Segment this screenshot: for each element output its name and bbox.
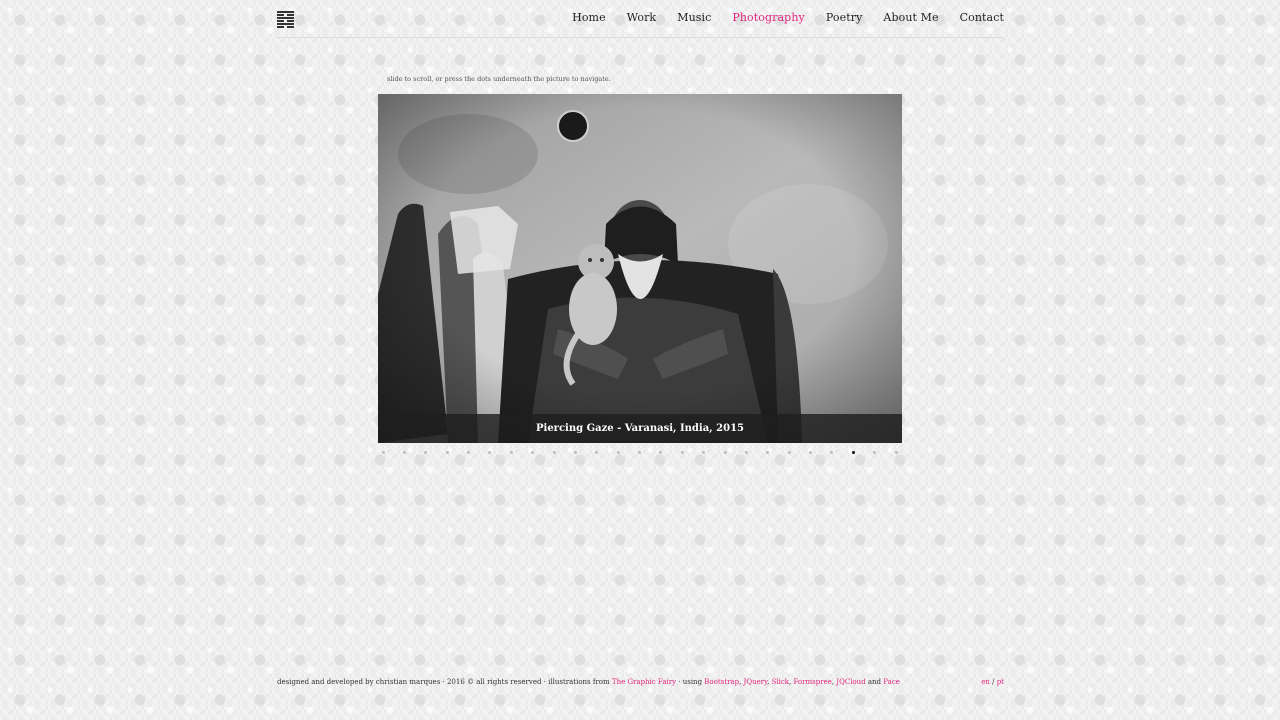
footer-link-jqcloud[interactable]: JQCloud [836,678,865,686]
nav-music[interactable]: Music [677,11,711,24]
nav-about-me[interactable]: About Me [883,11,938,24]
slide-caption: Piercing Gaze - Varanasi, India, 2015 [536,423,744,434]
lang-en-link[interactable]: en [981,678,990,686]
slider-dot[interactable] [873,451,877,454]
footer-and-text: and [867,678,882,686]
slider-dot[interactable] [381,451,385,454]
slider-dot[interactable] [659,451,663,454]
caption-bar: Piercing Gaze - Varanasi, India, 2015 [378,414,902,443]
footer-using-text: · using [678,678,703,686]
footer-credit: designed and developed by christian marq… [277,678,610,686]
nav-photography[interactable]: Photography [732,11,804,24]
slider-dot[interactable] [638,451,641,454]
slider-dot[interactable] [744,451,748,454]
footer-link-slick[interactable]: Slick [772,678,789,686]
slider-dot[interactable] [702,451,706,454]
footer-link-formspree[interactable]: Formspree [793,678,831,686]
language-switcher: en / pt [981,678,1004,686]
main-nav: Home Work Music Photography Poetry About… [551,11,1004,24]
slider-dot[interactable] [445,451,449,454]
slider-dot[interactable] [595,451,599,454]
footer-link-pace[interactable]: Pace [883,678,900,686]
nav-work[interactable]: Work [627,11,657,24]
slider-dots [378,449,902,457]
lang-pt-link[interactable]: pt [997,678,1004,686]
nav-poetry[interactable]: Poetry [826,11,863,24]
page: Home Work Music Photography Poetry About… [0,0,1280,720]
slider-dot[interactable] [680,451,684,454]
nav-home[interactable]: Home [572,11,606,24]
slider-dot[interactable] [766,451,770,454]
slider-dot[interactable] [552,451,556,454]
slider-dot[interactable] [509,451,513,454]
footer-link-graphic-fairy[interactable]: The Graphic Fairy [612,678,676,686]
lang-separator: / [992,678,995,686]
slider-dot[interactable] [467,451,470,454]
slide-photo [378,94,902,443]
slider-dot[interactable] [488,451,492,454]
slider-dot[interactable] [531,451,535,454]
nav-contact[interactable]: Contact [960,11,1004,24]
menu-logo-icon[interactable] [277,11,294,28]
slider-dot[interactable] [787,451,791,454]
site-header: Home Work Music Photography Poetry About… [277,0,1004,38]
slider-dot[interactable] [723,451,727,454]
footer-link-bootstrap[interactable]: Bootstrap [704,678,739,686]
photo-slider[interactable]: Piercing Gaze - Varanasi, India, 2015 [378,94,902,443]
footer-link-jquery[interactable]: JQuery [744,678,768,686]
slider-dot[interactable] [851,451,855,454]
slider-dot[interactable] [894,451,898,454]
slider-dot[interactable] [809,451,812,454]
slider-dot[interactable] [402,451,406,454]
slider-dot[interactable] [616,451,620,454]
slider-dot[interactable] [830,451,834,454]
slider-dot[interactable] [424,451,428,454]
slider-hint: slide to scroll, or press the dots under… [387,75,611,83]
slider-dot[interactable] [573,451,577,454]
site-footer: designed and developed by christian marq… [277,678,1004,686]
